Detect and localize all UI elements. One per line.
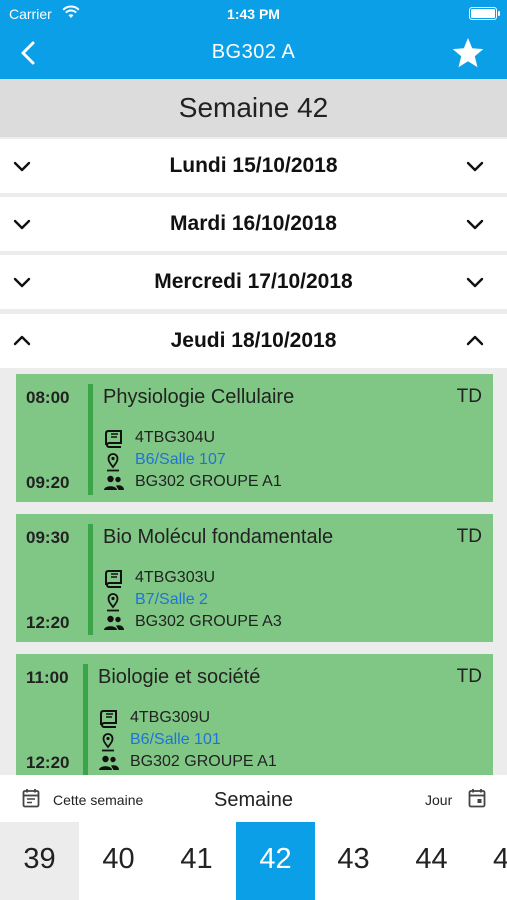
week-item-44[interactable]: 44 xyxy=(392,822,471,900)
book-icon xyxy=(105,570,122,588)
week-item-43[interactable]: 43 xyxy=(314,822,393,900)
navigation-bar: BG302 A xyxy=(0,28,507,79)
course-name: Bio Molécul fondamentale xyxy=(103,526,334,548)
day-row-mercredi[interactable]: Mercredi 17/10/2018 xyxy=(0,255,507,309)
group-icon xyxy=(104,615,124,630)
top-bar: Carrier 1:43 PM BG302 A xyxy=(0,0,507,79)
day-label: Mercredi 17/10/2018 xyxy=(154,270,353,293)
chevron-up-icon xyxy=(466,335,484,346)
day-view-button[interactable]: Jour xyxy=(425,792,452,808)
course-code: 4TBG303U xyxy=(135,569,216,586)
course-group: BG302 GROUPE A1 xyxy=(135,473,282,490)
course-start-time: 08:00 xyxy=(26,388,70,407)
location-pin-icon xyxy=(107,593,119,612)
course-end-time: 09:20 xyxy=(26,473,70,492)
week-item-39[interactable]: 39 xyxy=(0,822,79,900)
day-row-lundi[interactable]: Lundi 15/10/2018 xyxy=(0,139,507,193)
calendar-day-icon[interactable] xyxy=(468,788,486,808)
chevron-down-icon xyxy=(466,219,484,230)
week-item-41[interactable]: 41 xyxy=(157,822,236,900)
course-group: BG302 GROUPE A1 xyxy=(130,753,277,770)
course-code: 4TBG309U xyxy=(130,709,211,726)
location-pin-icon xyxy=(107,453,119,472)
course-card[interactable]: 08:00 09:20 Physiologie Cellulaire TD 4T… xyxy=(16,374,493,502)
day-row-jeudi[interactable]: Jeudi 18/10/2018 xyxy=(0,314,507,368)
day-label: Mardi 16/10/2018 xyxy=(170,212,337,235)
clock: 1:43 PM xyxy=(227,6,280,22)
favorite-star-icon[interactable] xyxy=(451,36,485,70)
course-color-bar xyxy=(83,664,88,775)
course-name: Physiologie Cellulaire xyxy=(103,386,295,408)
course-end-time: 12:20 xyxy=(26,613,70,632)
week-item-partial[interactable]: 4 xyxy=(463,822,507,900)
course-name: Biologie et société xyxy=(98,666,261,688)
course-room-link[interactable]: B6/Salle 107 xyxy=(135,451,226,469)
chevron-down-icon xyxy=(466,161,484,172)
page-title: BG302 A xyxy=(211,41,296,63)
book-icon xyxy=(100,710,117,728)
day-label: Jeudi 18/10/2018 xyxy=(170,329,337,352)
book-icon xyxy=(105,430,122,448)
course-end-time: 12:20 xyxy=(26,753,70,772)
chevron-down-icon xyxy=(466,277,484,288)
day-label: Lundi 15/10/2018 xyxy=(169,154,338,177)
status-bar: Carrier 1:43 PM xyxy=(0,0,507,28)
course-type: TD xyxy=(456,386,482,407)
course-card[interactable]: 11:00 12:20 Biologie et société TD 4TBG3… xyxy=(16,654,493,782)
day-row-mardi[interactable]: Mardi 16/10/2018 xyxy=(0,197,507,251)
location-pin-icon xyxy=(102,733,114,752)
course-start-time: 11:00 xyxy=(26,668,69,687)
group-icon xyxy=(99,755,119,770)
course-type: TD xyxy=(456,526,482,547)
course-color-bar xyxy=(88,384,93,495)
course-room-link[interactable]: B7/Salle 2 xyxy=(135,591,208,609)
bottom-bar: Cette semaine Semaine Jour 39 40 41 42 4… xyxy=(0,775,507,900)
battery-icon xyxy=(469,7,500,20)
week-selector[interactable]: 39 40 41 42 43 44 4 xyxy=(0,822,507,900)
week-item-42[interactable]: 42 xyxy=(236,822,315,900)
course-code: 4TBG304U xyxy=(135,429,216,446)
course-type: TD xyxy=(456,666,482,687)
course-start-time: 09:30 xyxy=(26,528,70,547)
group-icon xyxy=(104,475,124,490)
course-card[interactable]: 09:30 12:20 Bio Molécul fondamentale TD … xyxy=(16,514,493,642)
course-room-link[interactable]: B6/Salle 101 xyxy=(130,731,221,749)
course-color-bar xyxy=(88,524,93,635)
course-group: BG302 GROUPE A3 xyxy=(135,613,282,630)
week-item-40[interactable]: 40 xyxy=(79,822,158,900)
week-header: Semaine 42 xyxy=(0,79,507,137)
